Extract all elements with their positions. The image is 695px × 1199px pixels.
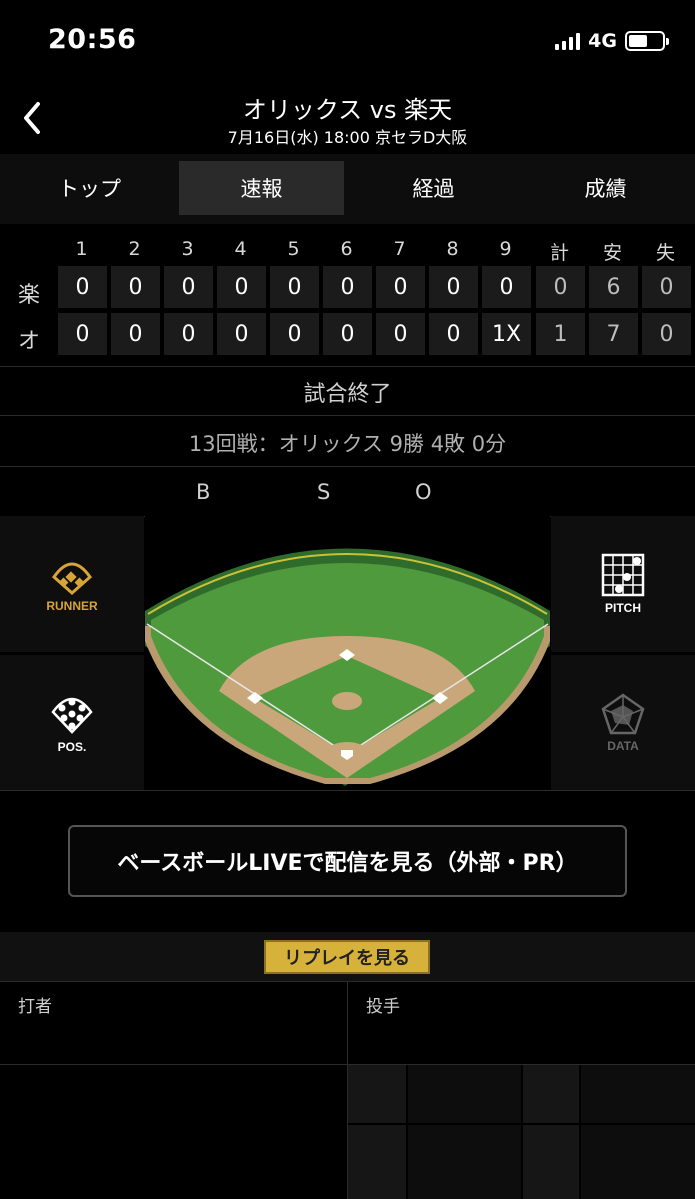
score-cell: 0	[429, 266, 478, 308]
score-cell: 0	[111, 266, 160, 308]
game-datetime-venue: 7月16日(水) 18:00 京セラD大阪	[227, 128, 468, 147]
inning-header: 1	[75, 238, 88, 260]
scoreboard-row-home: 0 0 0 0 0 0 0 0 1X 1 7 0	[0, 313, 695, 357]
page-title: オリックス vs 楽天	[242, 96, 453, 124]
inning-header: 4	[234, 238, 247, 260]
ball-count-label: B	[196, 480, 211, 504]
score-cell: 0	[536, 266, 585, 308]
score-cell: 7	[589, 313, 638, 355]
score-cell: 0	[270, 266, 319, 308]
divider	[0, 790, 695, 791]
radar-chart-icon	[601, 692, 645, 734]
inning-header: 2	[128, 238, 141, 260]
tab-progress[interactable]: 経過	[351, 161, 516, 215]
score-cell: 0	[323, 313, 372, 355]
tab-top[interactable]: トップ	[7, 161, 172, 215]
inning-header: 8	[446, 238, 459, 260]
score-cell: 1	[536, 313, 585, 355]
signal-icon	[555, 32, 581, 50]
inning-header: 失	[655, 242, 675, 264]
tab-stats[interactable]: 成績	[523, 161, 688, 215]
status-indicators: 4G	[555, 30, 669, 52]
inning-header: 9	[499, 238, 512, 260]
score-cell: 0	[217, 266, 266, 308]
inning-header: 6	[340, 238, 353, 260]
pitch-grid-icon	[601, 553, 645, 597]
positions-button[interactable]: POS.	[0, 655, 144, 790]
score-cell: 0	[429, 313, 478, 355]
zone-cell	[408, 1065, 521, 1123]
pitch-label: PITCH	[605, 601, 641, 615]
zone-cell	[581, 1065, 695, 1123]
pitcher-label: 投手	[366, 997, 400, 1017]
data-button[interactable]: DATA	[551, 655, 695, 790]
replay-button[interactable]: リプレイを見る	[264, 940, 430, 974]
runner-label: RUNNER	[46, 599, 98, 613]
zone-cell	[523, 1125, 579, 1199]
field-area: RUNNER POS. PITCH DATA	[0, 516, 695, 790]
inning-header: 計	[549, 242, 569, 264]
inning-header: 安	[602, 242, 622, 264]
scoreboard-row-away: 000000000060	[0, 266, 695, 310]
baseball-field	[145, 516, 550, 790]
score-cell: 0	[482, 266, 531, 308]
inning-header: 7	[393, 238, 406, 260]
tab-live[interactable]: 速報	[179, 161, 344, 215]
score-cell: 0	[58, 266, 107, 308]
positions-icon	[51, 697, 93, 734]
game-status: 試合終了	[303, 382, 392, 407]
inning-header: 3	[181, 238, 194, 260]
header: オリックス vs 楽天 7月16日(水) 18:00 京セラD大阪	[0, 84, 695, 154]
zone-cell	[348, 1125, 406, 1199]
score-cell: 0	[376, 313, 425, 355]
strike-count-label: S	[317, 480, 331, 504]
zone-cell	[348, 1065, 406, 1123]
pitch-button[interactable]: PITCH	[551, 516, 695, 652]
zone-cell	[408, 1125, 521, 1199]
tab-bar: トップ 速報 経過 成績	[0, 154, 695, 224]
scoreboard-header-row: 1 2 3 4 5 6 7 8 9 計 安 失	[0, 236, 695, 264]
status-time: 20:56	[48, 24, 137, 55]
batter-label: 打者	[18, 997, 52, 1017]
score-cell: 0	[217, 313, 266, 355]
positions-label: POS.	[57, 739, 87, 754]
score-cell: 0	[376, 266, 425, 308]
score-cell: 0	[58, 313, 107, 355]
score-cell: 0	[270, 313, 319, 355]
divider	[0, 366, 695, 367]
score-cell: 0	[323, 266, 372, 308]
watch-live-button[interactable]: ベースボールLIVEで配信を見る（外部・PR）	[68, 825, 627, 897]
zone-cell	[581, 1125, 695, 1199]
series-record: 13回戦：オリックス 9勝 4敗 0分	[188, 432, 507, 456]
score-cell: 0	[111, 313, 160, 355]
inning-header: 5	[287, 238, 300, 260]
score-cell: 0	[164, 266, 213, 308]
battery-icon	[625, 31, 669, 51]
divider	[0, 415, 695, 416]
score-cell: 1X	[482, 313, 531, 355]
score-cell: 6	[589, 266, 638, 308]
score-cell: 0	[164, 313, 213, 355]
divider	[0, 466, 695, 467]
runner-diamond-icon	[52, 562, 92, 595]
zone-cell	[523, 1065, 579, 1123]
status-bar: 20:56 4G	[0, 0, 695, 84]
score-cell: 0	[642, 313, 691, 355]
data-label: DATA	[607, 738, 639, 753]
out-count-label: O	[415, 480, 432, 504]
runner-button[interactable]: RUNNER	[0, 516, 144, 652]
score-cell: 0	[642, 266, 691, 308]
network-type: 4G	[588, 30, 617, 52]
